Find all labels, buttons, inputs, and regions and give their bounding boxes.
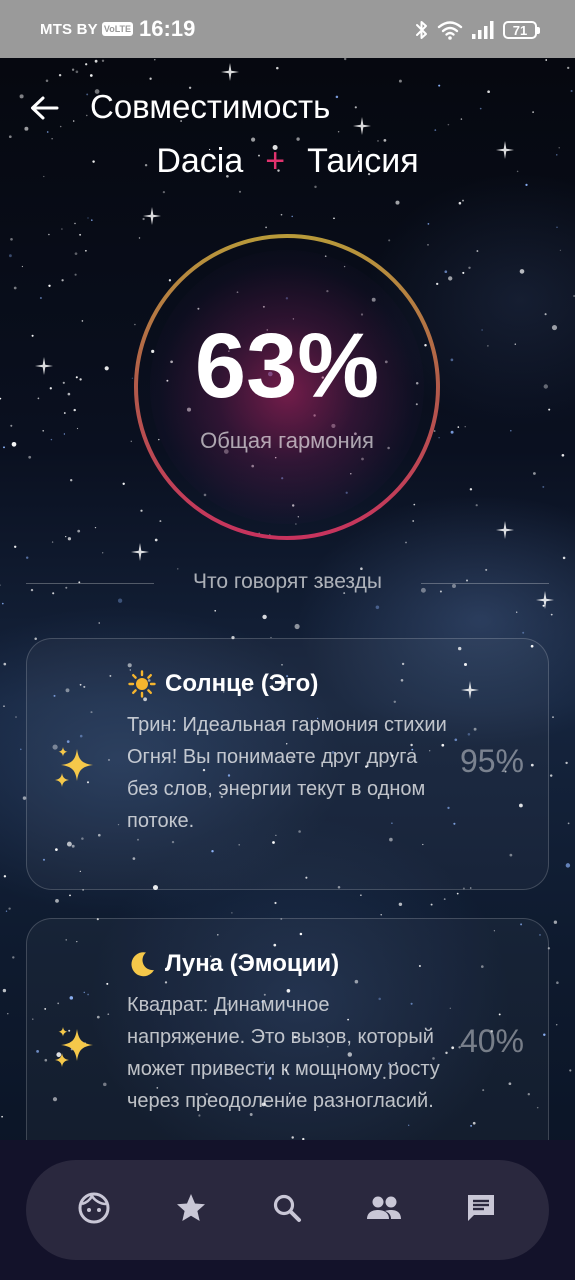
- status-bar: MTS BY VoLTE 16:19 71: [0, 0, 575, 58]
- status-left: MTS BY VoLTE 16:19: [40, 14, 195, 44]
- star-icon: [174, 1191, 208, 1229]
- crescent-moon-icon: [127, 949, 157, 979]
- nav-item-chat[interactable]: [451, 1180, 511, 1240]
- search-icon: [270, 1191, 304, 1229]
- aspects-list: Солнце (Эго) Трин: Идеальная гармония ст…: [0, 630, 575, 1140]
- sparkles-icon: [53, 743, 99, 789]
- partner-names: Dacia + Таисия: [0, 142, 575, 188]
- aspect-card-sun[interactable]: Солнце (Эго) Трин: Идеальная гармония ст…: [26, 638, 549, 890]
- aspect-title-row: Луна (Эмоции): [127, 947, 339, 981]
- nav-item-search[interactable]: [257, 1180, 317, 1240]
- volte-badge: VoLTE: [101, 22, 134, 36]
- aspect-title: Луна (Эмоции): [165, 950, 340, 977]
- arrow-left-icon: [29, 95, 59, 125]
- section-header: Что говорят звезды: [26, 566, 549, 602]
- harmony-label: Общая гармония: [200, 428, 374, 453]
- aspect-title-row: Солнце (Эго): [127, 667, 318, 701]
- nav-item-profile[interactable]: [64, 1180, 124, 1240]
- aspect-card-moon[interactable]: Луна (Эмоции) Квадрат: Динамичное напряж…: [26, 918, 549, 1140]
- aspect-percent: 40%: [459, 1023, 524, 1059]
- sparkles-icon: [53, 1023, 99, 1069]
- top-app-bar: Совместимость: [0, 72, 575, 148]
- aspect-description: Квадрат: Динамичное напряжение. Это вызо…: [127, 994, 440, 1112]
- back-button[interactable]: [22, 90, 66, 130]
- bottom-navigation-bar: [26, 1160, 549, 1260]
- face-icon: [77, 1191, 111, 1229]
- harmony-ring: 63% Общая гармония: [130, 230, 444, 544]
- status-clock: 16:19: [139, 16, 196, 41]
- nav-item-favorites[interactable]: [161, 1180, 221, 1240]
- chat-icon: [464, 1191, 498, 1229]
- aspect-description: Трин: Идеальная гармония стихии Огня! Вы…: [127, 714, 447, 832]
- section-title: Что говорят звезды: [193, 570, 382, 593]
- aspect-percent: 95%: [459, 743, 524, 779]
- signal-icon: [471, 20, 495, 40]
- people-icon: [365, 1191, 403, 1229]
- wifi-icon: [437, 20, 463, 40]
- page-title: Совместимость: [90, 88, 331, 125]
- bottom-navigation-area: [0, 1140, 575, 1280]
- carrier-name: MTS BY: [40, 20, 98, 38]
- bluetooth-icon: [415, 20, 429, 40]
- harmony-percent: 63%: [194, 315, 380, 417]
- aspect-title: Солнце (Эго): [165, 670, 319, 697]
- sun-icon: [127, 669, 157, 699]
- status-right: 71: [415, 16, 540, 44]
- nav-item-people[interactable]: [354, 1180, 414, 1240]
- battery-indicator: 71: [503, 21, 540, 39]
- divider-line-right: [421, 583, 549, 584]
